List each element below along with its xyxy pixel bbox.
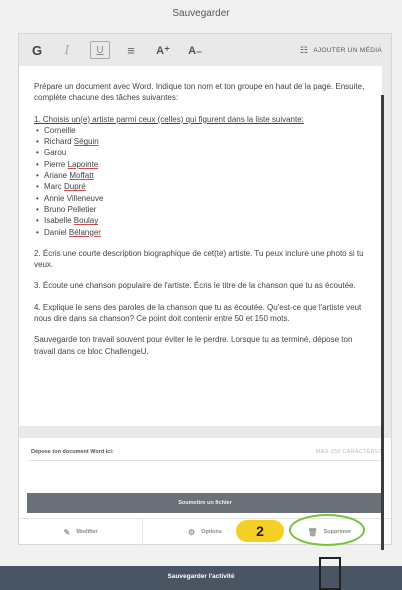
editor-toolbar: G I U ≡ A⁺ A₋ ☷ AJOUTER UN MÉDIA — [19, 34, 391, 66]
list-item: Pierre Lapointe — [36, 159, 374, 171]
task3-text: 3. Écoute une chanson populaire de l'art… — [34, 281, 356, 291]
list-item: Corneille — [36, 125, 374, 137]
add-media-button[interactable]: ☷ AJOUTER UN MÉDIA — [300, 39, 382, 61]
upload-label: Dépose ton document Word ici: — [31, 449, 114, 455]
superscript-button[interactable]: A⁺ — [152, 39, 174, 61]
step-badge: 2 — [236, 520, 284, 542]
italic-button[interactable]: I — [56, 39, 78, 61]
artist-list: Corneille Richard Séguin Garou Pierre La… — [34, 125, 374, 238]
list-item: Isabelle Boulay — [36, 215, 374, 227]
task2-text: 2. Écris une courte description biograph… — [34, 248, 364, 270]
task1-heading: 1. Choisis un(e) artiste parmi ceux (cel… — [34, 114, 304, 124]
editor-content: Prépare un document avec Word. Indique t… — [34, 81, 374, 367]
list-item: Annie Villeneuve — [36, 193, 374, 205]
cursor-highlight — [319, 557, 341, 590]
pencil-icon: ✎ — [63, 527, 71, 537]
modify-label: Modifier — [76, 529, 98, 535]
submit-file-button[interactable]: Soumettre un fichier — [27, 493, 383, 513]
gear-icon: ⚙ — [188, 527, 196, 537]
add-media-label: AJOUTER UN MÉDIA — [313, 46, 382, 54]
list-item: Ariane Moffatt — [36, 170, 374, 182]
save-activity-button[interactable]: Sauvegarder l'activité — [0, 566, 402, 590]
character-limit: MAX 250 CARACTÈRES — [315, 449, 383, 455]
list-item: Marc Dupré — [36, 181, 374, 193]
grid-icon: ☷ — [299, 44, 309, 55]
scrollbar[interactable] — [381, 95, 384, 550]
list-item: Daniel Bélanger — [36, 227, 374, 239]
activity-panel: G I U ≡ A⁺ A₋ ☷ AJOUTER UN MÉDIA Prépare… — [18, 33, 392, 545]
task4-text: 4. Explique le sens des paroles de la ch… — [34, 302, 362, 324]
subscript-button[interactable]: A₋ — [184, 39, 206, 61]
highlight-ring — [289, 514, 365, 546]
list-item: Richard Séguin — [36, 136, 374, 148]
intro-text: Prépare un document avec Word. Indique t… — [34, 82, 365, 103]
list-item: Garou — [36, 147, 374, 159]
divider — [27, 460, 383, 461]
closing-text: Sauvegarde ton travail souvent pour évit… — [34, 335, 353, 356]
list-icon[interactable]: ≡ — [120, 39, 142, 61]
underline-button[interactable]: U — [90, 41, 110, 59]
page-title: Sauvegarder — [172, 8, 230, 19]
text-editor[interactable]: Prépare un document avec Word. Indique t… — [19, 66, 382, 426]
options-label: Options — [201, 529, 222, 535]
modify-button[interactable]: ✎ Modifier — [19, 519, 144, 545]
bold-button[interactable]: G — [26, 39, 48, 61]
list-item: Bruno Pelletier — [36, 204, 374, 216]
